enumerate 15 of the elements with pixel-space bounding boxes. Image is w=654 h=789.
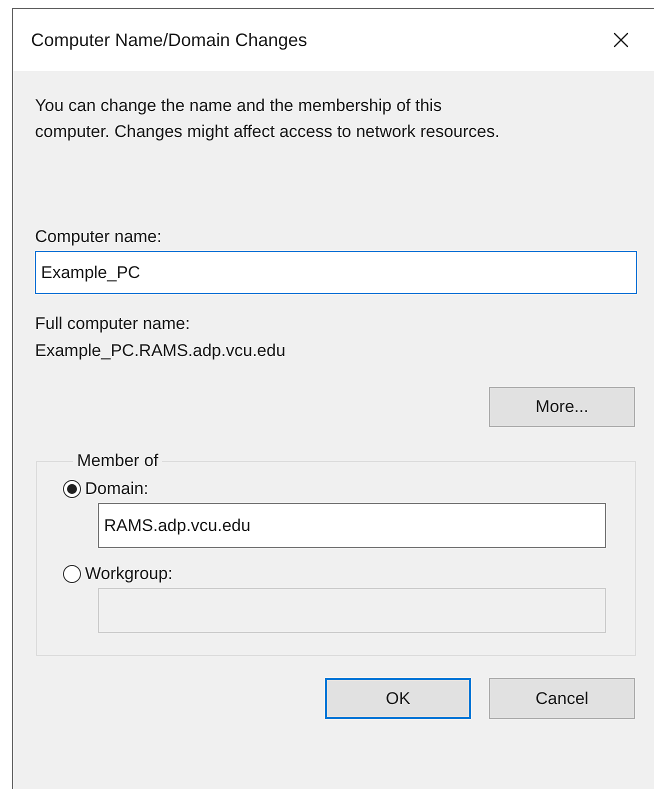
description-text: You can change the name and the membership of this computer. Changes might affect access to network resources. <box>35 95 501 143</box>
radio-button[interactable] <box>63 480 81 498</box>
field-label: Full computer name: <box>35 313 191 335</box>
computer-name-field[interactable]: Example_PC <box>35 251 637 294</box>
radio-label[interactable]: Workgroup: <box>85 562 173 586</box>
dialog-button[interactable]: Cancel <box>489 678 635 719</box>
radio-label[interactable]: Domain: <box>85 477 148 501</box>
more-button[interactable]: More... <box>489 387 635 427</box>
window-title: Computer Name/Domain Changes <box>31 28 308 52</box>
radio-button[interactable] <box>63 565 81 583</box>
group-legend: Member of <box>73 449 162 473</box>
field-label: Computer name: <box>35 226 163 248</box>
member-field[interactable]: RAMS.adp.vcu.edu <box>98 503 606 548</box>
dialog-button[interactable]: OK <box>325 678 471 719</box>
full-computer-name: Example_PC.RAMS.adp.vcu.edu <box>35 340 286 362</box>
